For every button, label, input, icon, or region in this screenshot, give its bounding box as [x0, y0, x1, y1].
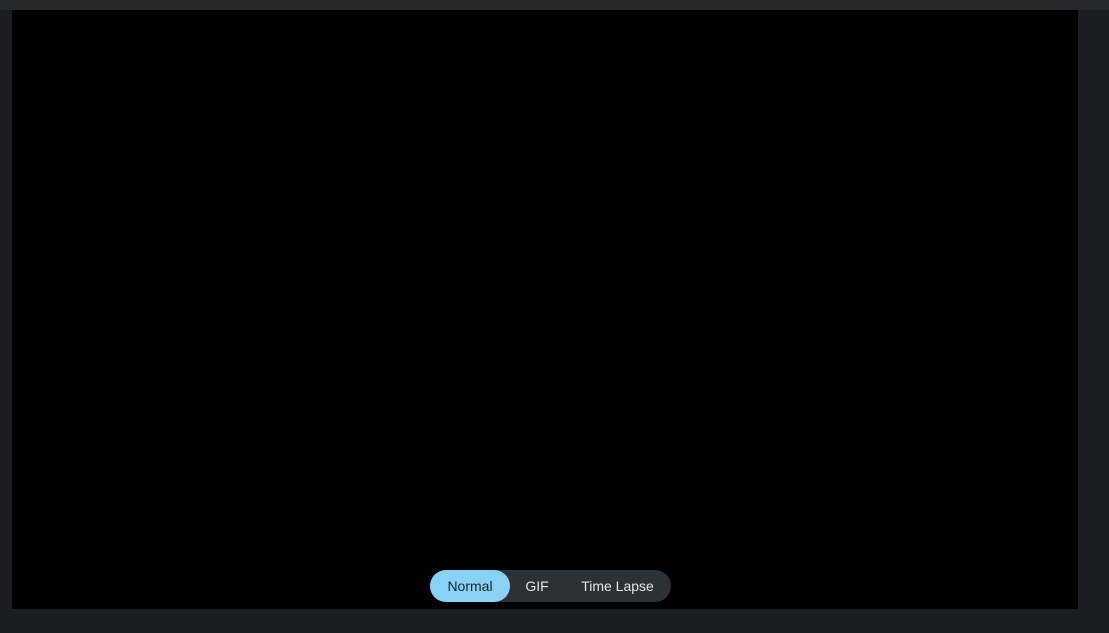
- capture-mode-selector: Normal GIF Time Lapse: [430, 570, 671, 602]
- title-bar: [0, 0, 1109, 10]
- camera-preview: [12, 10, 1078, 609]
- mode-time-lapse-button[interactable]: Time Lapse: [564, 570, 671, 602]
- mode-normal-button[interactable]: Normal: [430, 570, 510, 602]
- mode-gif-button[interactable]: GIF: [510, 570, 564, 602]
